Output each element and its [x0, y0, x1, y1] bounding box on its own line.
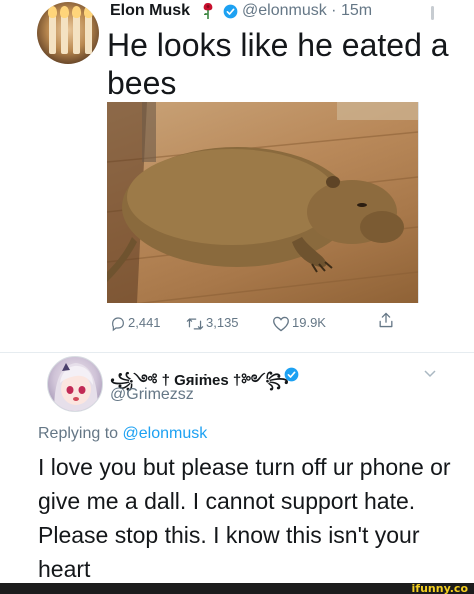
like-count: 19.9K [292, 315, 326, 330]
retweet-icon [186, 317, 204, 330]
tweet-text: He looks like he eated a bees [107, 27, 449, 101]
scroll-indicator [431, 6, 434, 20]
divider [0, 352, 474, 353]
avatar[interactable] [47, 356, 103, 412]
tweet-text: I love you but please turn off ur phone … [38, 454, 451, 582]
rose-emoji-icon [203, 3, 213, 19]
heart-icon [273, 316, 289, 331]
retweet-button[interactable]: 3,135 [186, 315, 239, 332]
retweet-count: 3,135 [206, 315, 239, 330]
chevron-down-icon[interactable] [424, 369, 436, 379]
share-button[interactable] [378, 311, 396, 329]
reply-icon [112, 316, 124, 331]
watermark-logo: ifunny.co [411, 582, 468, 594]
avatar[interactable] [37, 2, 99, 64]
reply-button[interactable]: 2,441 [110, 315, 161, 332]
replying-prefix: Replying to [38, 425, 123, 442]
mention-link[interactable]: @elonmusk [123, 425, 208, 442]
capybara-photo[interactable] [107, 102, 418, 303]
verified-badge-icon [223, 4, 238, 19]
verified-badge-icon [284, 367, 299, 382]
author-name[interactable]: Elon Musk [110, 2, 190, 20]
divider [418, 102, 419, 303]
author-handle-timestamp[interactable]: @elonmusk · 15m [242, 2, 372, 20]
share-icon [379, 312, 393, 328]
tweet-elonmusk: Elon Musk @elonmusk · 15m He looks like … [0, 0, 474, 352]
reply-count: 2,441 [128, 315, 161, 330]
author-handle[interactable]: @Grimezsz [110, 386, 194, 404]
like-button[interactable]: 19.9K [272, 315, 326, 332]
replying-to: Replying to @elonmusk [38, 425, 207, 443]
watermark-bar: ifunny.co [0, 582, 474, 594]
